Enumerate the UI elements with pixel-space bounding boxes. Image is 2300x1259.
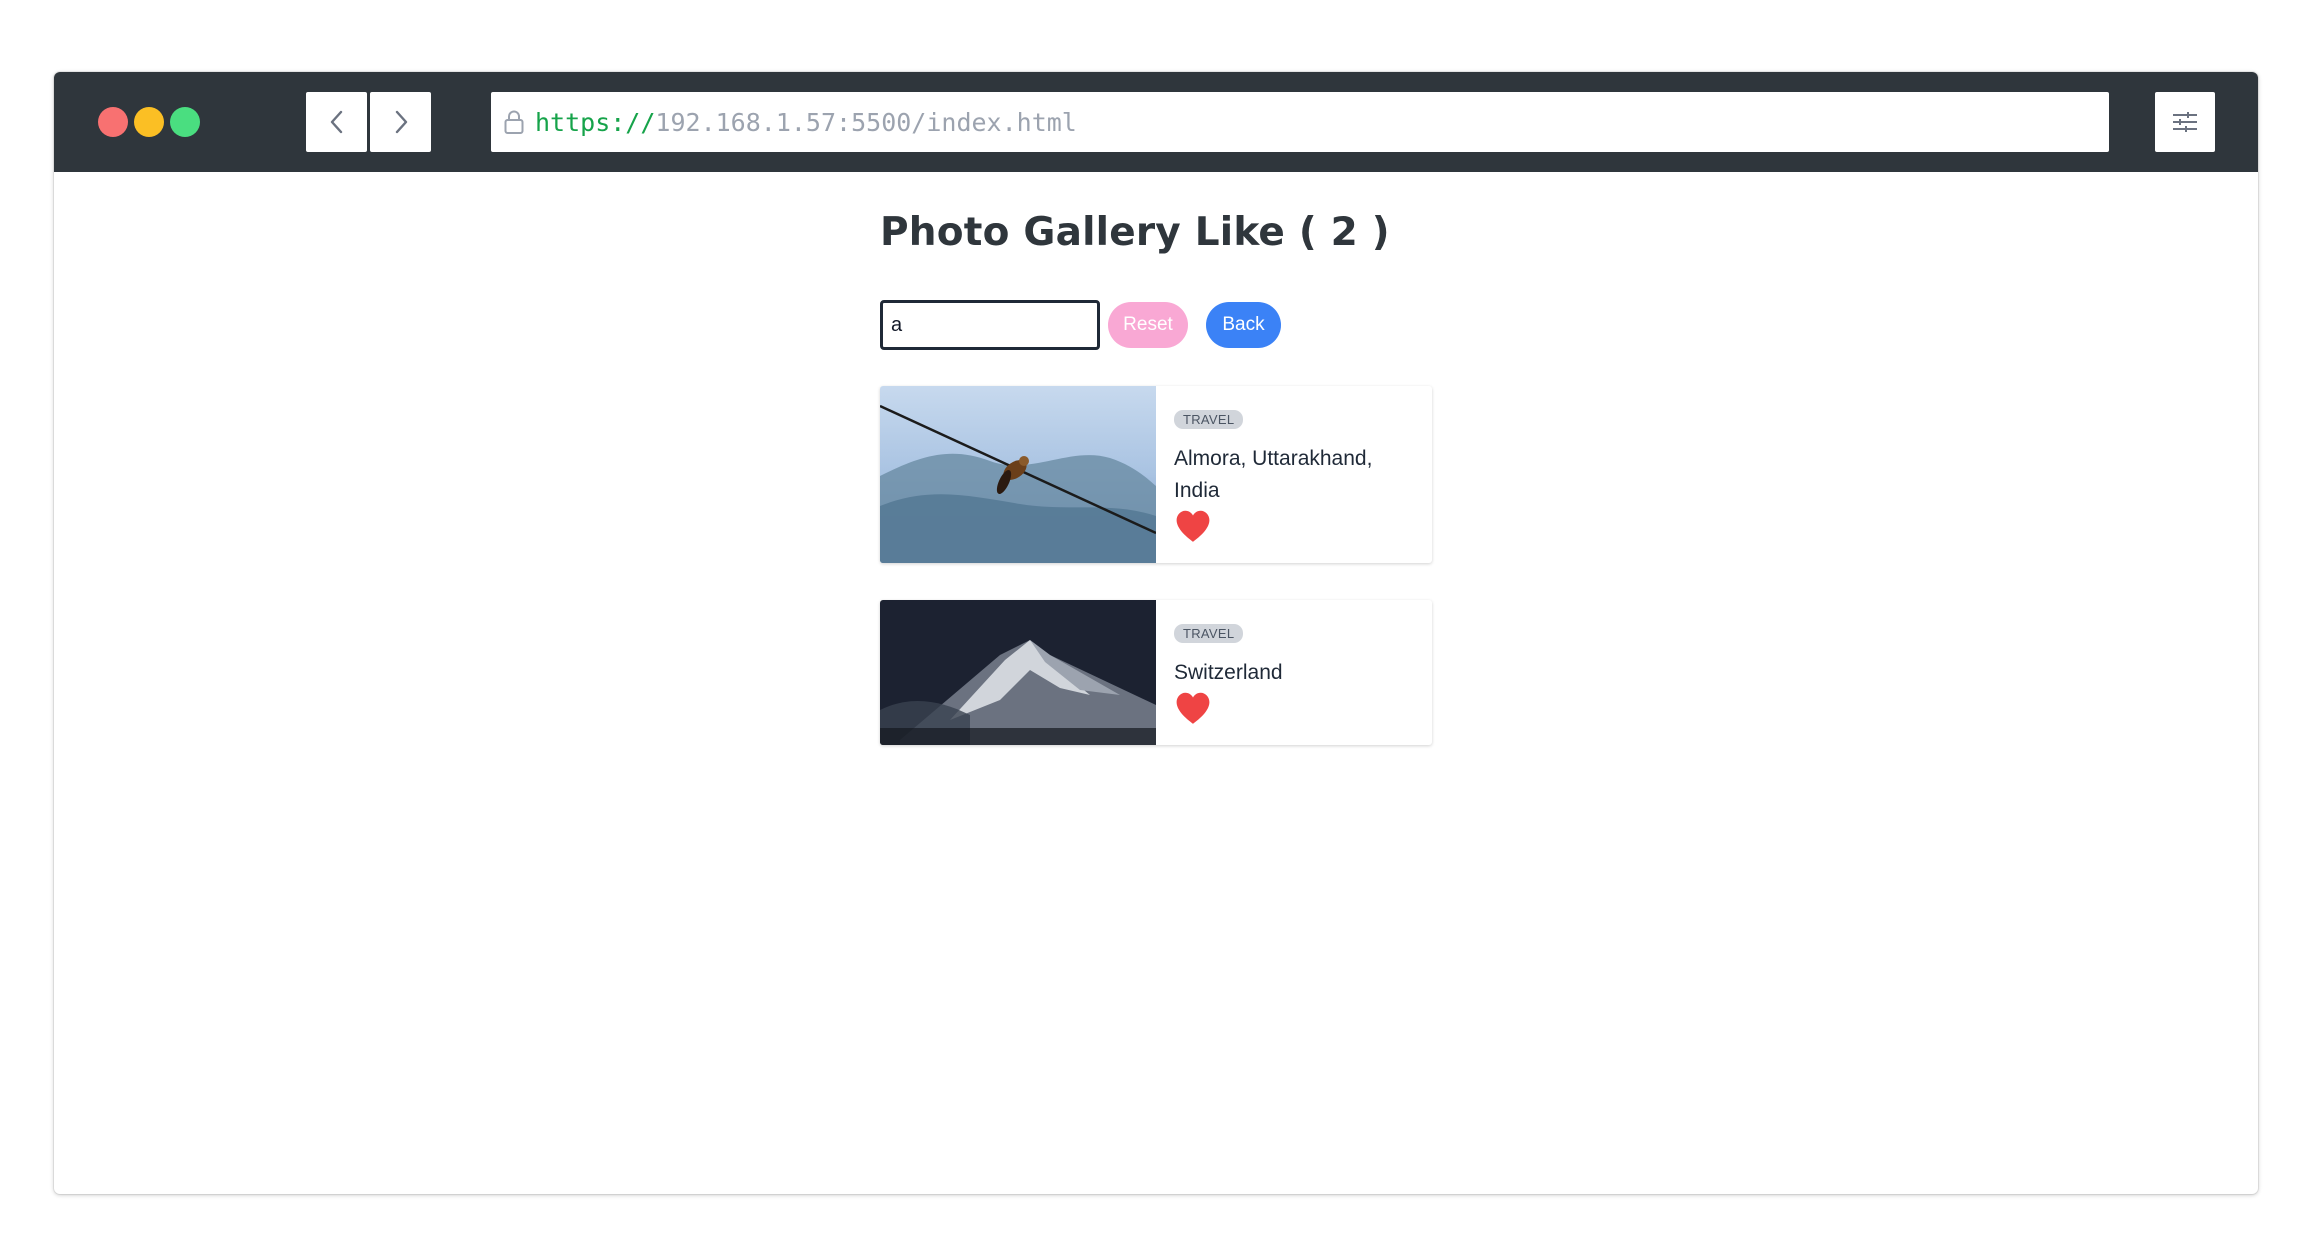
page-content: Photo Gallery Like ( 2 ) Reset Back — [54, 172, 2258, 1194]
lock-icon — [503, 109, 525, 135]
photo-card: TRAVEL Almora, Uttarakhand, India — [880, 386, 1432, 563]
search-input[interactable] — [880, 300, 1100, 350]
page-title: Photo Gallery Like ( 2 ) — [880, 210, 1390, 255]
reset-button[interactable]: Reset — [1108, 302, 1188, 348]
maximize-window-dot[interactable] — [170, 107, 200, 137]
forward-icon — [395, 110, 407, 134]
minimize-window-dot[interactable] — [134, 107, 164, 137]
back-icon — [330, 110, 342, 134]
address-bar[interactable]: https://192.168.1.57:5500/index.html — [491, 92, 2109, 152]
browser-titlebar: https://192.168.1.57:5500/index.html — [54, 72, 2258, 172]
back-button[interactable]: Back — [1206, 302, 1281, 348]
close-window-dot[interactable] — [98, 107, 128, 137]
photo-snowy-mountain — [880, 600, 1156, 745]
photo-bird-on-wire — [880, 386, 1156, 563]
url-path: 192.168.1.57:5500/index.html — [655, 107, 1077, 137]
category-badge: TRAVEL — [1174, 624, 1244, 643]
browser-window: https://192.168.1.57:5500/index.html Pho… — [54, 72, 2258, 1194]
url-scheme: https:// — [535, 107, 656, 137]
settings-sliders-icon — [2173, 112, 2197, 132]
browser-back-button[interactable] — [306, 92, 367, 152]
card-title: Switzerland — [1174, 661, 1283, 684]
category-badge: TRAVEL — [1174, 410, 1244, 429]
card-body: TRAVEL Switzerland — [1174, 624, 1414, 725]
heart-icon[interactable] — [1174, 509, 1212, 543]
card-title: Almora, Uttarakhand, India — [1174, 447, 1373, 502]
photo-card: TRAVEL Switzerland — [880, 600, 1432, 745]
heart-icon[interactable] — [1174, 691, 1212, 725]
card-body: TRAVEL Almora, Uttarakhand, India — [1174, 410, 1414, 543]
browser-forward-button[interactable] — [370, 92, 431, 152]
browser-settings-button[interactable] — [2155, 92, 2215, 152]
